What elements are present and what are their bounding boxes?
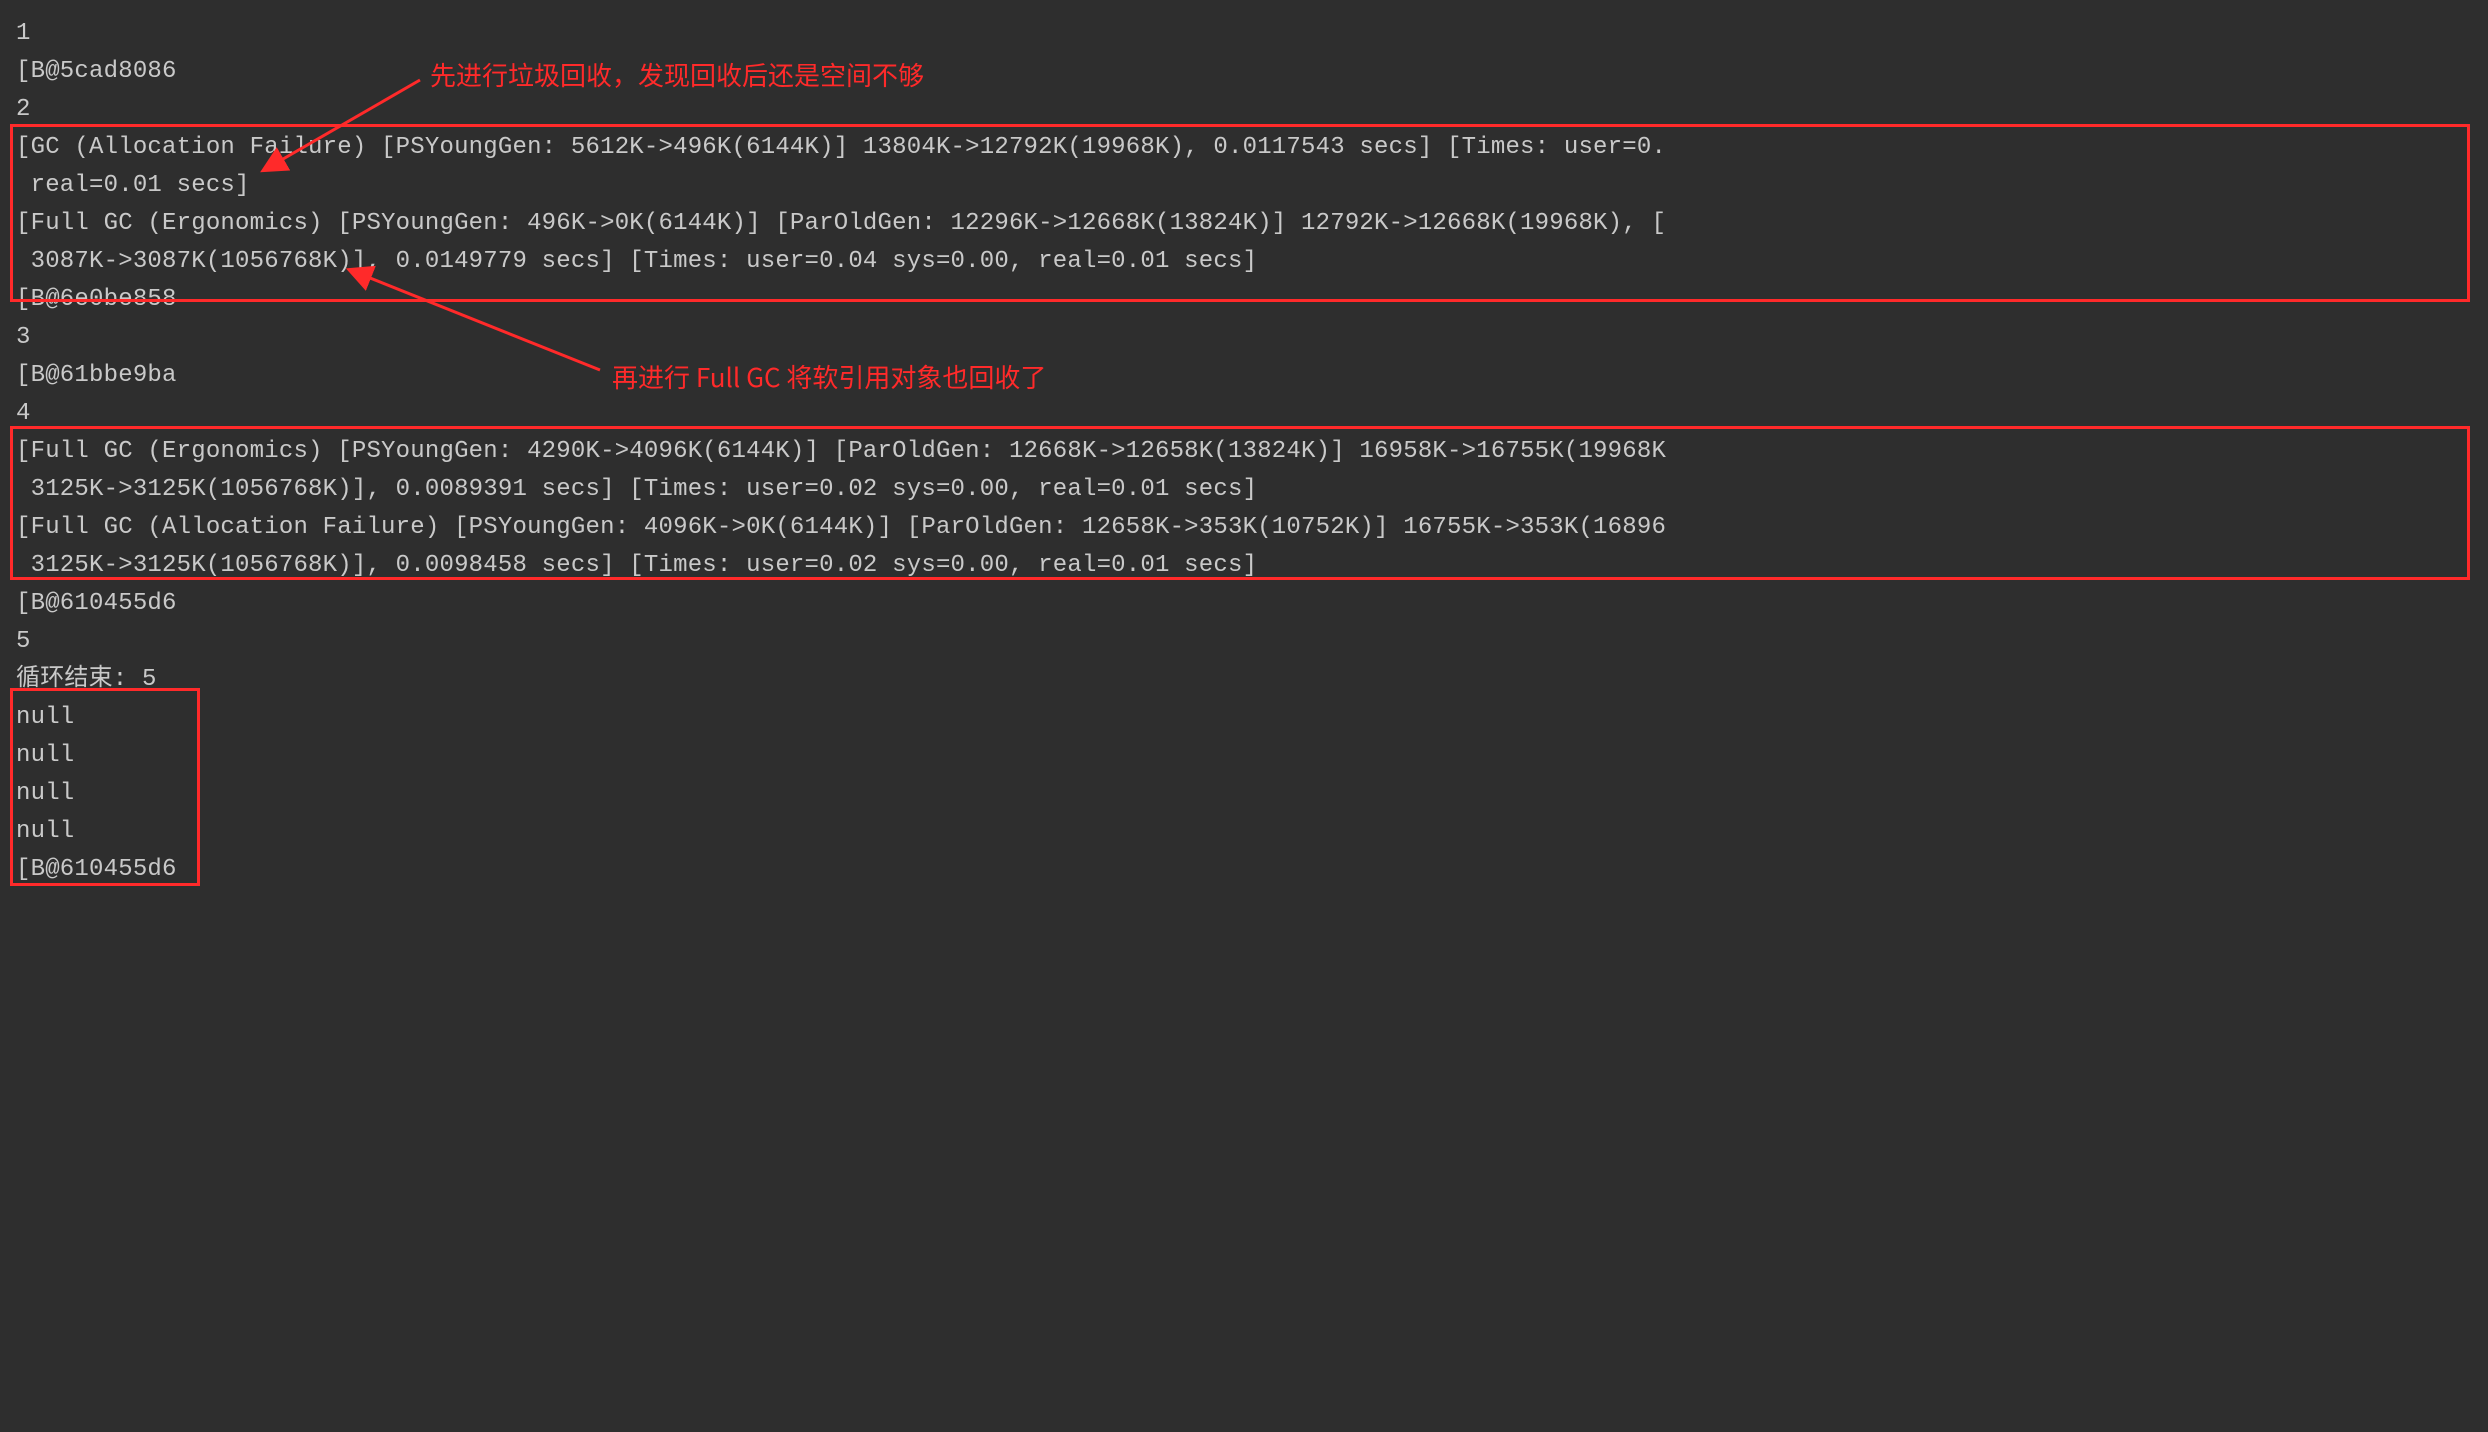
log-line: 1	[16, 16, 31, 52]
log-line: null	[16, 738, 74, 774]
log-line: 5	[16, 624, 31, 660]
log-line: [Full GC (Ergonomics) [PSYoungGen: 4290K…	[16, 434, 1666, 470]
log-line: 2	[16, 92, 31, 128]
log-line: [B@610455d6	[16, 586, 177, 622]
log-line: [Full GC (Allocation Failure) [PSYoungGe…	[16, 510, 1666, 546]
log-line: [GC (Allocation Failure) [PSYoungGen: 56…	[16, 130, 1666, 166]
annotation-text-2: 再进行 Full GC 将软引用对象也回收了	[612, 358, 1046, 395]
log-line: null	[16, 776, 74, 812]
log-line: [B@61bbe9ba	[16, 358, 177, 394]
log-line: [B@5cad8086	[16, 54, 177, 90]
log-line: 循环结束: 5	[16, 662, 157, 698]
log-line: [B@6e0be858	[16, 282, 177, 318]
log-line: null	[16, 700, 74, 736]
console-output: 1 [B@5cad8086 2 [GC (Allocation Failure)…	[0, 0, 2488, 1432]
log-line: real=0.01 secs]	[16, 168, 250, 204]
log-line: 4	[16, 396, 31, 432]
log-line: 3	[16, 320, 31, 356]
log-line: 3125K->3125K(1056768K)], 0.0098458 secs]…	[16, 548, 1257, 584]
log-line: 3087K->3087K(1056768K)], 0.0149779 secs]…	[16, 244, 1257, 280]
log-line: [Full GC (Ergonomics) [PSYoungGen: 496K-…	[16, 206, 1666, 242]
log-line: [B@610455d6	[16, 852, 177, 888]
log-line: null	[16, 814, 74, 850]
log-line: 3125K->3125K(1056768K)], 0.0089391 secs]…	[16, 472, 1257, 508]
annotation-text-1: 先进行垃圾回收，发现回收后还是空间不够	[430, 56, 924, 93]
